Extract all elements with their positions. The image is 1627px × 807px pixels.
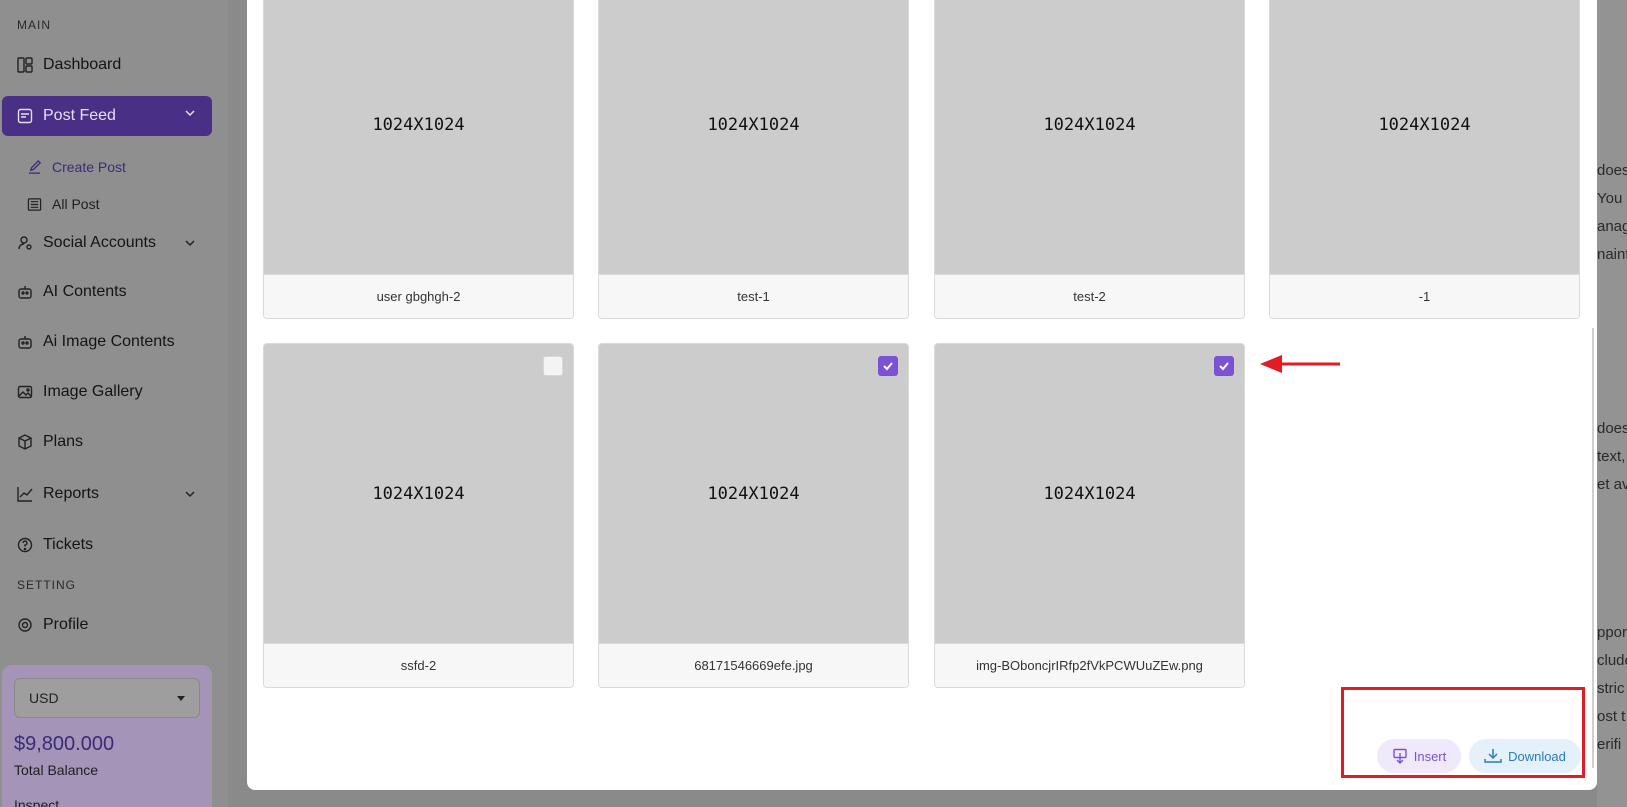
sidebar-subitem-label: Create Post — [52, 159, 126, 175]
sidebar-item-label: Tickets — [43, 536, 94, 553]
image-checkbox-checked[interactable] — [1214, 356, 1234, 376]
package-icon — [16, 433, 34, 451]
sidebar-item-image-gallery[interactable]: Image Gallery — [16, 375, 212, 409]
image-caption: user gbghgh-2 — [264, 274, 573, 318]
bg-text: et av — [1597, 476, 1627, 493]
chevron-down-icon — [184, 106, 196, 124]
sidebar-item-label: Post Feed — [43, 107, 116, 124]
bg-text: does — [1597, 162, 1627, 179]
image-card[interactable]: 1024X1024 -1 — [1269, 0, 1580, 319]
image-icon — [16, 383, 34, 401]
image-checkbox[interactable] — [543, 356, 563, 376]
robot-icon — [16, 333, 34, 351]
image-placeholder: 1024X1024 — [935, 344, 1244, 644]
sidebar-item-label: Image Gallery — [43, 383, 143, 400]
dashboard-icon — [16, 56, 34, 74]
image-caption: 68171546669efe.jpg — [599, 643, 908, 687]
bg-text: erifi — [1597, 736, 1622, 753]
balance-extra: Inspect — [14, 797, 60, 807]
sidebar-item-ai-image-contents[interactable]: Ai Image Contents — [16, 325, 212, 359]
bg-text: pport — [1597, 624, 1627, 641]
check-icon — [883, 362, 893, 371]
newspaper-icon — [27, 196, 43, 212]
image-placeholder: 1024X1024 — [599, 344, 908, 644]
sidebar-item-plans[interactable]: Plans — [16, 425, 212, 459]
download-icon — [1484, 748, 1502, 764]
balance-amount: $9,800.000 — [14, 733, 115, 755]
download-label: Download — [1508, 748, 1566, 764]
image-card[interactable]: 1024X1024 ssfd-2 — [263, 343, 574, 688]
image-card[interactable]: 1024X1024 test-2 — [934, 0, 1245, 319]
sidebar-item-ai-contents[interactable]: AI Contents — [16, 275, 212, 309]
sidebar-item-label: Reports — [43, 485, 100, 502]
image-checkbox-checked[interactable] — [878, 356, 898, 376]
sidebar: MAIN Dashboard Post Feed Create Post All… — [0, 0, 228, 807]
sidebar-subitem-create-post[interactable]: Create Post — [27, 155, 126, 179]
image-card[interactable]: 1024X1024 img-BOboncjrIRfp2fVkPCWUuZEw.p… — [934, 343, 1245, 688]
image-placeholder: 1024X1024 — [264, 0, 573, 275]
currency-value: USD — [29, 690, 59, 706]
bg-text: stric — [1597, 680, 1625, 697]
balance-label: Total Balance — [14, 762, 99, 778]
currency-select[interactable]: USD — [14, 678, 200, 718]
sidebar-item-label: Ai Image Contents — [43, 333, 175, 350]
image-placeholder: 1024X1024 — [264, 344, 573, 644]
image-caption: ssfd-2 — [264, 643, 573, 687]
sidebar-item-label: Plans — [43, 433, 84, 450]
sidebar-item-tickets[interactable]: Tickets — [16, 528, 212, 562]
image-caption: test-1 — [599, 274, 908, 318]
edit-icon — [27, 159, 43, 175]
sidebar-subitem-label: All Post — [52, 196, 100, 212]
chevron-down-icon — [184, 236, 196, 254]
image-placeholder: 1024X1024 — [599, 0, 908, 275]
insert-icon — [1392, 748, 1408, 764]
sidebar-item-post-feed[interactable]: Post Feed — [2, 96, 212, 136]
insert-button[interactable]: Insert — [1377, 739, 1461, 773]
background-page-fragment: does You anag naint does text, et av ppo… — [1597, 0, 1627, 807]
sidebar-item-social-accounts[interactable]: Social Accounts — [16, 226, 212, 260]
sidebar-item-dashboard[interactable]: Dashboard — [16, 48, 212, 82]
sidebar-item-reports[interactable]: Reports — [16, 477, 212, 511]
sidebar-item-label: Profile — [43, 616, 89, 633]
image-placeholder: 1024X1024 — [935, 0, 1244, 275]
post-icon — [16, 107, 34, 125]
sidebar-item-label: Social Accounts — [43, 234, 156, 251]
sidebar-subitem-all-post[interactable]: All Post — [27, 192, 99, 216]
sidebar-item-label: Dashboard — [43, 56, 122, 73]
bg-text: clude — [1597, 652, 1627, 669]
chevron-down-icon — [184, 487, 196, 505]
user-settings-icon — [16, 234, 34, 252]
bg-text: does — [1597, 420, 1627, 437]
gear-icon — [16, 616, 34, 634]
image-card[interactable]: 1024X1024 user gbghgh-2 — [263, 0, 574, 319]
bg-text: naint — [1597, 246, 1627, 263]
bg-text: ost t — [1597, 708, 1626, 725]
image-placeholder: 1024X1024 — [1270, 0, 1579, 275]
download-button[interactable]: Download — [1469, 739, 1581, 773]
help-circle-icon — [16, 536, 34, 554]
annotation-arrow-icon — [1258, 352, 1342, 381]
bg-text: text, — [1597, 448, 1626, 465]
image-card[interactable]: 1024X1024 test-1 — [598, 0, 909, 319]
image-card[interactable]: 1024X1024 68171546669efe.jpg — [598, 343, 909, 688]
insert-label: Insert — [1413, 748, 1447, 764]
check-icon — [1219, 362, 1229, 371]
image-caption: img-BOboncjrIRfp2fVkPCWUuZEw.png — [935, 643, 1244, 687]
sidebar-item-profile[interactable]: Profile — [16, 608, 212, 642]
robot-icon — [16, 283, 34, 301]
sidebar-item-label: AI Contents — [43, 283, 127, 300]
image-caption: test-2 — [935, 274, 1244, 318]
caret-down-icon — [177, 696, 185, 701]
modal-scrollbar[interactable] — [1592, 328, 1594, 768]
bg-text: You — [1597, 190, 1623, 207]
section-label-main: MAIN — [17, 18, 51, 32]
chart-line-icon — [16, 485, 34, 503]
section-label-setting: SETTING — [17, 578, 77, 592]
balance-card: USD $9,800.000 Total Balance Inspect — [2, 665, 212, 807]
bg-text: anag — [1597, 218, 1627, 235]
image-caption: -1 — [1270, 274, 1579, 318]
